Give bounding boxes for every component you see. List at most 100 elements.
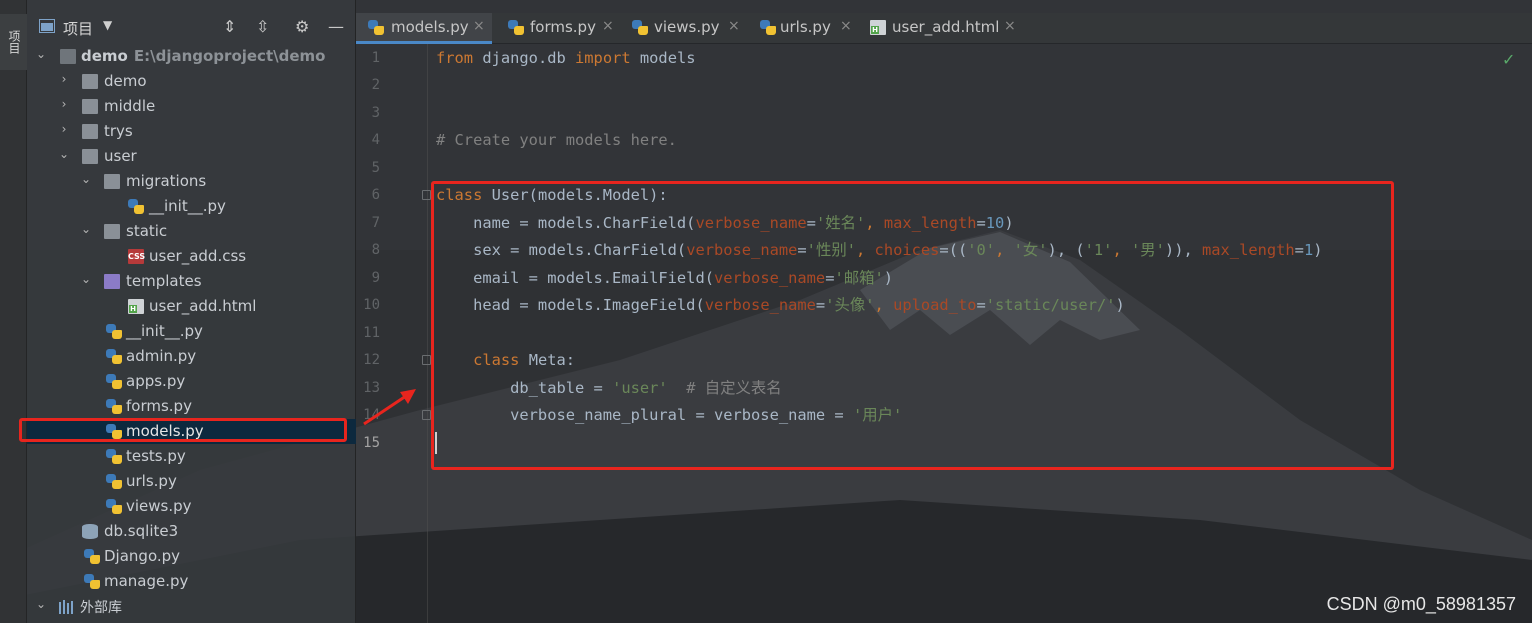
python-file-icon (106, 499, 122, 514)
html-file-icon: H (128, 299, 144, 314)
package-folder-icon (82, 149, 98, 164)
tree-item-migrations-init[interactable]: __init__.py (27, 194, 356, 219)
tree-item-demo-root[interactable]: ⌄ demo E:\djangoproject\demo (27, 44, 356, 69)
line-number-current: 15 (363, 435, 380, 451)
close-icon[interactable]: × (728, 18, 740, 34)
python-file-icon (106, 324, 122, 339)
tree-item-label: __init__.py (126, 322, 203, 340)
tree-item-label: 外部库 (80, 600, 122, 616)
annotation-highlight-models-file (19, 418, 347, 442)
chevron-right-icon[interactable]: › (58, 97, 70, 111)
close-icon[interactable]: × (840, 18, 852, 34)
line-number: 4 (371, 132, 380, 148)
chevron-down-icon[interactable]: ⌄ (80, 272, 92, 286)
code-text: django.db (473, 49, 576, 67)
line-number: 1 (371, 50, 380, 66)
tree-item-manage[interactable]: manage.py (27, 569, 356, 594)
css-file-icon: CSS (128, 249, 145, 264)
tree-item-trys[interactable]: › trys (27, 119, 356, 144)
tree-item-static[interactable]: ⌄ static (27, 219, 356, 244)
minimize-icon[interactable]: — (328, 17, 344, 36)
line-number: 10 (363, 297, 380, 313)
chevron-down-icon[interactable]: ⌄ (35, 47, 47, 61)
fold-marker-icon[interactable] (422, 355, 431, 365)
tree-item-middle[interactable]: › middle (27, 94, 356, 119)
expand-all-icon[interactable]: ⇕ (223, 17, 236, 36)
collapse-all-icon[interactable]: ⇳ (256, 17, 269, 36)
python-file-icon (508, 20, 524, 35)
tree-item-user-init[interactable]: __init__.py (27, 319, 356, 344)
close-icon[interactable]: × (602, 18, 614, 34)
python-file-icon (106, 399, 122, 414)
tree-item-label: Django.py (104, 547, 181, 565)
tree-item-user-add-css[interactable]: CSS user_add.css (27, 244, 356, 269)
inspection-ok-icon[interactable]: ✓ (1502, 50, 1515, 69)
editor-gutter[interactable]: 1 2 3 4 5 6 7 8 9 10 11 12 13 14 15 (356, 44, 431, 623)
tree-item-forms[interactable]: forms.py (27, 394, 356, 419)
line-number: 9 (371, 270, 380, 286)
tree-item-templates[interactable]: ⌄ templates (27, 269, 356, 294)
fold-marker-icon[interactable] (422, 190, 431, 200)
tree-item-views[interactable]: views.py (27, 494, 356, 519)
tree-item-label: forms.py (126, 397, 192, 415)
tool-window-strip: 项目 (0, 0, 27, 623)
tree-item-urls[interactable]: urls.py (27, 469, 356, 494)
python-file-icon (106, 349, 122, 364)
tree-item-demo[interactable]: › demo (27, 69, 356, 94)
gear-icon[interactable]: ⚙ (295, 17, 309, 36)
tab-label: forms.py (530, 18, 596, 36)
chevron-down-icon[interactable]: ⌄ (35, 597, 47, 611)
line-number: 6 (371, 187, 380, 203)
tree-item-label: __init__.py (149, 197, 226, 215)
tree-item-label: middle (104, 97, 156, 115)
tree-item-label: static (126, 222, 168, 240)
folder-icon (82, 99, 98, 114)
tree-item-label: apps.py (126, 372, 186, 390)
tab-views-py[interactable]: views.py × (622, 13, 746, 44)
chevron-down-icon[interactable]: ⌄ (80, 222, 92, 236)
chevron-right-icon[interactable]: › (58, 122, 70, 136)
chevron-down-icon[interactable]: ⌄ (80, 172, 92, 186)
python-file-icon (106, 449, 122, 464)
database-icon (82, 524, 98, 539)
project-tool-tab[interactable]: 项目 (0, 14, 27, 70)
close-icon[interactable]: × (1004, 18, 1016, 34)
tree-item-label: manage.py (104, 572, 189, 590)
python-file-icon (106, 374, 122, 389)
tree-item-label: urls.py (126, 472, 177, 490)
python-file-icon (106, 474, 122, 489)
tree-item-tests[interactable]: tests.py (27, 444, 356, 469)
tree-item-label: db.sqlite3 (104, 522, 179, 540)
tab-models-py[interactable]: models.py × (356, 13, 492, 44)
tree-item-label: admin.py (126, 347, 197, 365)
project-panel-title[interactable]: 项目 (63, 18, 93, 39)
tree-item-label: user_add.css (149, 247, 247, 265)
tree-item-admin[interactable]: admin.py (27, 344, 356, 369)
tree-item-db-sqlite3[interactable]: db.sqlite3 (27, 519, 356, 544)
keyword: from (436, 49, 474, 67)
tree-item-label: trys (104, 122, 133, 140)
annotation-highlight-code (431, 181, 1394, 470)
line-number: 8 (371, 242, 380, 258)
tree-item-migrations[interactable]: ⌄ migrations (27, 169, 356, 194)
python-file-icon (632, 20, 648, 35)
tree-item-name: demo (81, 47, 128, 65)
tab-urls-py[interactable]: urls.py × (750, 13, 860, 44)
tab-user-add-html[interactable]: H user_add.html × (864, 13, 1024, 44)
tree-item-user-add-html[interactable]: H user_add.html (27, 294, 356, 319)
chevron-right-icon[interactable]: › (58, 72, 70, 86)
tree-item-user[interactable]: ⌄ user (27, 144, 356, 169)
tree-item-django[interactable]: Django.py (27, 544, 356, 569)
fold-marker-icon[interactable] (422, 410, 431, 420)
tree-item-label: tests.py (126, 447, 186, 465)
tree-item-label: demo (104, 72, 147, 90)
templates-folder-icon (104, 274, 120, 289)
tab-forms-py[interactable]: forms.py × (496, 13, 618, 44)
tree-item-external-libraries[interactable]: ⌄ 外部库 (27, 594, 356, 619)
tree-item-apps[interactable]: apps.py (27, 369, 356, 394)
chevron-down-icon[interactable]: ▼ (103, 18, 112, 32)
close-icon[interactable]: × (473, 18, 485, 34)
line-number: 7 (371, 215, 380, 231)
chevron-down-icon[interactable]: ⌄ (58, 147, 70, 161)
package-folder-icon (82, 74, 98, 89)
